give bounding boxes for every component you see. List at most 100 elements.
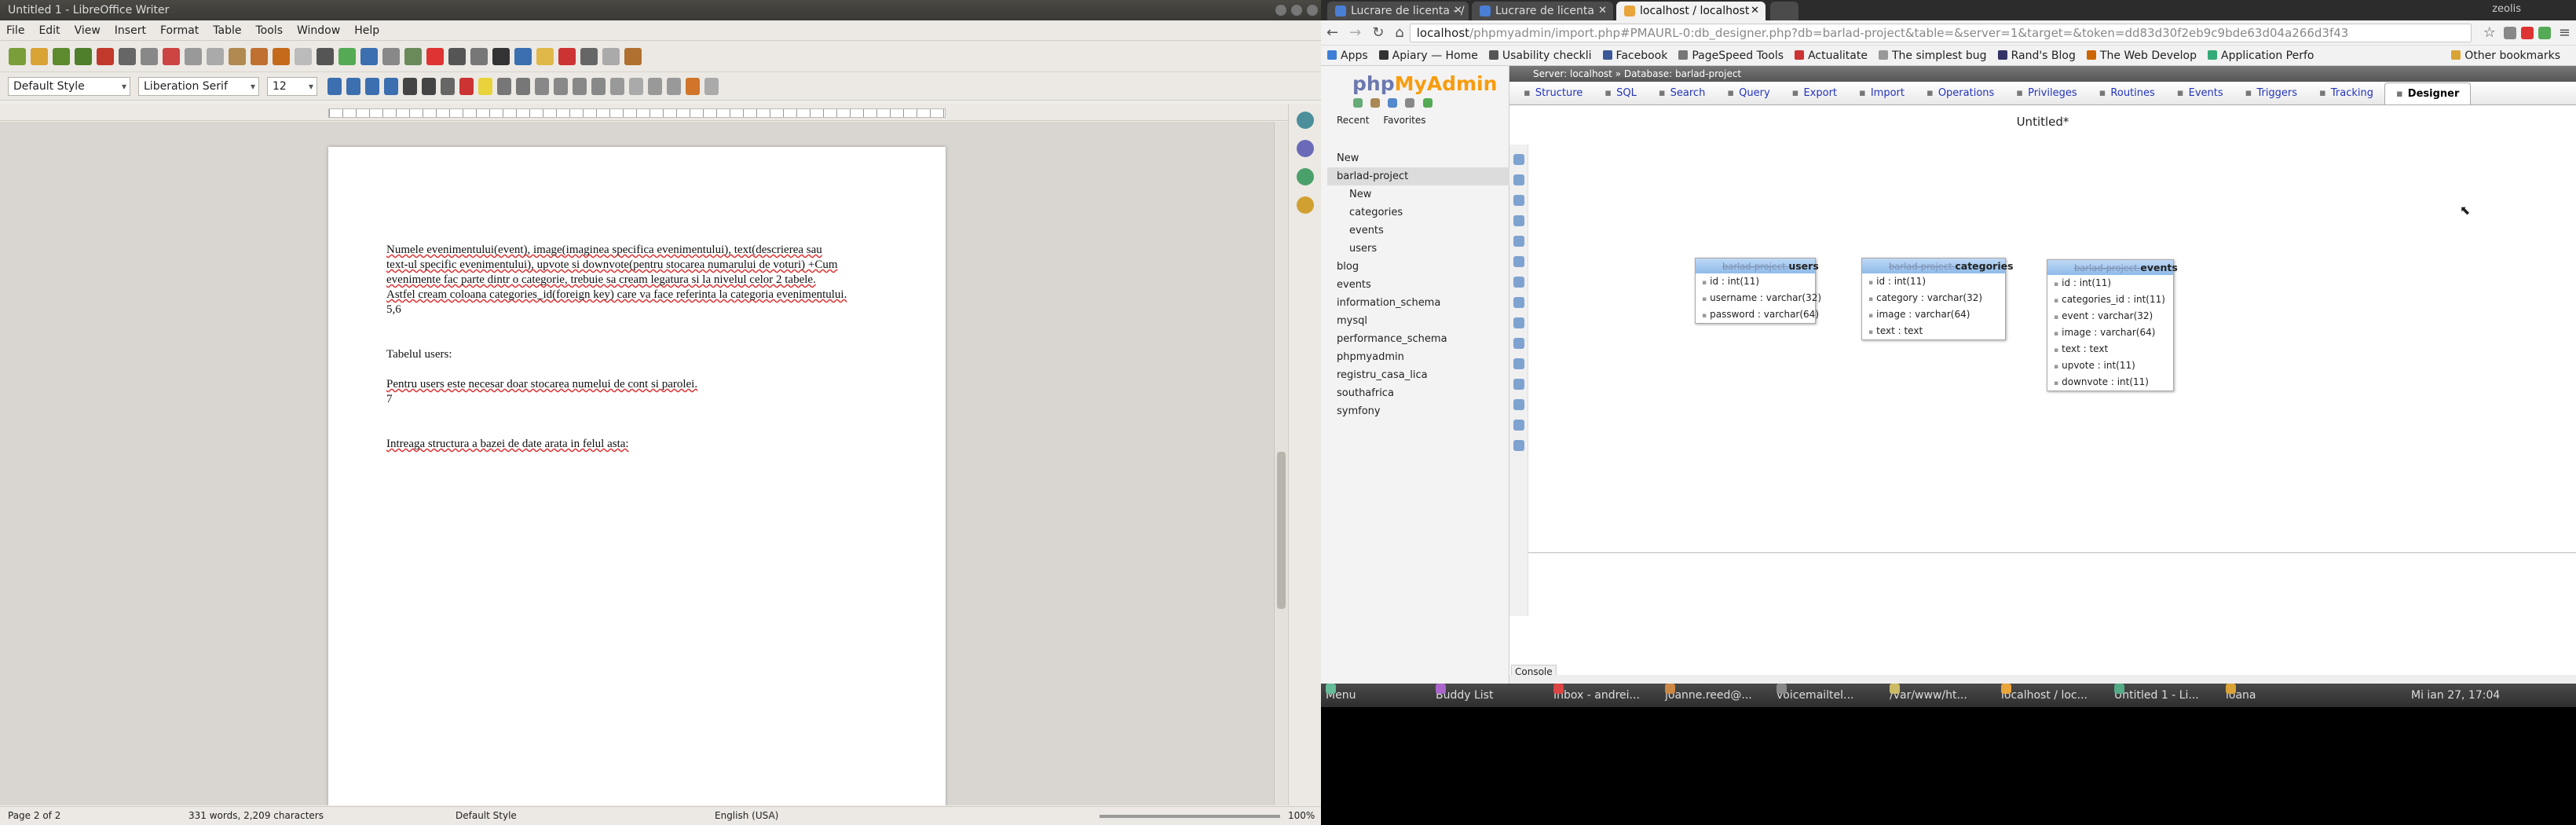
new-document-icon[interactable] [9, 47, 26, 65]
docs-icon[interactable] [1388, 97, 1398, 108]
properties-icon[interactable] [1296, 112, 1314, 129]
tree-item[interactable]: information_schema [1327, 294, 1509, 312]
align-right-icon[interactable] [573, 77, 587, 95]
align-left-icon[interactable] [535, 77, 549, 95]
tab-events[interactable]: Events [2166, 82, 2234, 104]
document-page[interactable]: Numele evenimentului(event), image(imagi… [328, 147, 946, 805]
save-icon[interactable] [53, 47, 70, 65]
task-ioana[interactable]: ioana [2226, 684, 2256, 707]
tab-structure[interactable]: Structure [1513, 82, 1594, 104]
tab-localhost[interactable]: localhost / localhost ✕ [1616, 2, 1766, 20]
table-header[interactable]: barlad-project.categories [1862, 258, 2014, 273]
home-icon[interactable] [1353, 97, 1363, 108]
table-users[interactable]: barlad-project.usersid : int(11)username… [1695, 258, 1821, 324]
task-untitled[interactable]: Untitled 1 - Li... [2114, 684, 2199, 707]
line-icon[interactable] [580, 47, 598, 65]
bookmark-apps[interactable]: Apps [1327, 50, 1368, 62]
reload-icon[interactable]: ↻ [1372, 24, 1384, 41]
tree-item[interactable]: blog [1327, 258, 1509, 276]
save-remote-icon[interactable] [75, 47, 92, 65]
vertical-scrollbar[interactable] [1274, 122, 1288, 805]
tab-designer[interactable]: Designer [2384, 82, 2472, 104]
recent-tab[interactable]: Recent [1337, 115, 1369, 126]
settings-icon[interactable] [1405, 97, 1415, 108]
font-smaller-icon[interactable] [422, 77, 436, 95]
bookmark-web-developer[interactable]: The Web Develop [2086, 50, 2197, 62]
tree-item[interactable]: phpmyadmin [1327, 348, 1509, 366]
styles-icon[interactable] [1296, 140, 1314, 157]
help-icon[interactable] [1513, 297, 1524, 308]
close-button[interactable] [1307, 5, 1318, 16]
table-column[interactable]: downvote : int(11) [2047, 374, 2173, 390]
clear-formatting-icon[interactable] [441, 77, 455, 95]
table-column[interactable]: id : int(11) [2047, 275, 2173, 292]
toggle-small-icon[interactable] [1513, 174, 1524, 185]
print-icon[interactable] [119, 47, 136, 65]
task-buddy-list[interactable]: Buddy List [1436, 684, 1493, 707]
table-column[interactable]: password : varchar(64) [1696, 306, 1819, 323]
font-name-select[interactable]: Liberation Serif [138, 76, 259, 96]
table-column[interactable]: id : int(11) [1696, 273, 1815, 290]
minimize-button[interactable] [1275, 5, 1286, 16]
tab-import[interactable]: Import [1848, 82, 1916, 104]
font-size-select[interactable]: 12 [267, 76, 317, 96]
address-bar[interactable]: localhost/phpmyadmin/import.php#PMAURL-0… [1409, 23, 2472, 42]
build-query-icon[interactable] [1513, 215, 1524, 226]
ruler[interactable] [0, 104, 1288, 121]
tab-tracking[interactable]: Tracking [2308, 82, 2384, 104]
tab-query[interactable]: Query [1716, 82, 1780, 104]
tree-item[interactable]: events [1327, 222, 1509, 240]
menu-help[interactable]: Help [354, 24, 379, 37]
bookmark-pagespeed[interactable]: PageSpeed Tools [1678, 50, 1784, 62]
tab-lucrare-2[interactable]: Lucrare de licenta ✕ [1472, 2, 1613, 20]
table-column[interactable]: image : varchar(64) [1862, 306, 2005, 323]
menu-view[interactable]: View [75, 24, 101, 37]
table-categories[interactable]: barlad-project.categoriesid : int(11)cat… [1861, 258, 2014, 340]
cut-icon[interactable] [185, 47, 202, 65]
para-spacing-icon[interactable] [629, 77, 643, 95]
menu-insert[interactable]: Insert [115, 24, 146, 37]
snap-grid-icon[interactable] [1513, 338, 1524, 349]
menu-file[interactable]: File [6, 24, 24, 37]
menu-edit[interactable]: Edit [38, 24, 60, 37]
menu-window[interactable]: Window [297, 24, 340, 37]
tree-item[interactable]: categories [1327, 204, 1509, 222]
redo-icon[interactable] [295, 47, 312, 65]
tree-item[interactable]: southafrica [1327, 384, 1509, 402]
horizontal-scrollbar[interactable] [1509, 675, 2576, 684]
table-column[interactable]: username : varchar(32) [1696, 290, 1821, 306]
table-header[interactable]: barlad-project.users [1696, 258, 1819, 273]
toggle-relation-icon[interactable] [1513, 379, 1524, 390]
small-big-icon[interactable] [1513, 358, 1524, 369]
table-events[interactable]: barlad-project.eventsid : int(11)categor… [2047, 259, 2178, 391]
close-tab-icon[interactable]: ✕ [1454, 2, 1462, 20]
tree-item[interactable]: barlad-project [1327, 167, 1509, 185]
profile-name[interactable]: zeolis [2492, 3, 2521, 15]
navigator-icon[interactable] [1296, 196, 1314, 214]
export-schema-icon[interactable] [1513, 399, 1524, 410]
menu-icon[interactable]: ≡ [2559, 24, 2571, 41]
tab-operations[interactable]: Operations [1916, 82, 2005, 104]
zoom-slider[interactable] [1100, 815, 1280, 818]
logout-icon[interactable] [1370, 97, 1381, 108]
new-tab-button[interactable] [1770, 2, 1798, 20]
find-replace-icon[interactable] [317, 47, 334, 65]
gallery-icon[interactable] [1296, 168, 1314, 185]
table-column[interactable]: id : int(11) [1862, 273, 2005, 290]
bookmark-usability[interactable]: Usability checkli [1488, 50, 1592, 62]
table-column[interactable]: category : varchar(32) [1862, 290, 2005, 306]
forward-arrow-icon[interactable] [704, 77, 719, 95]
bookmark-apiary[interactable]: Apiary — Home [1378, 50, 1478, 62]
open-icon[interactable] [31, 47, 48, 65]
tree-item[interactable]: performance_schema [1327, 330, 1509, 348]
justify-icon[interactable] [591, 77, 606, 95]
table-header[interactable]: barlad-project.events [2047, 260, 2178, 275]
tab-triggers[interactable]: Triggers [2234, 82, 2308, 104]
back-arrow-icon[interactable] [686, 77, 700, 95]
export-pdf-icon[interactable] [97, 47, 114, 65]
tab-export[interactable]: Export [1781, 82, 1848, 104]
spellcheck-icon[interactable] [163, 47, 180, 65]
bold-icon[interactable] [327, 77, 342, 95]
bookmark-rands-blog[interactable]: Rand's Blog [1997, 50, 2076, 62]
highlight-icon[interactable] [478, 77, 492, 95]
